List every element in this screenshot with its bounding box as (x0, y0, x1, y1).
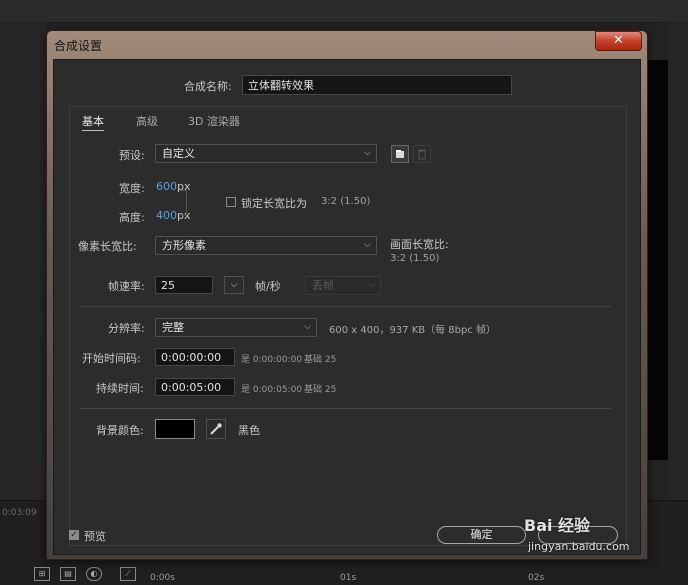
pixel-aspect-label: 像素长宽比: (78, 240, 137, 253)
preset-label: 预设: (119, 149, 145, 162)
ok-button[interactable]: 确定 (437, 526, 526, 544)
dialog-content: 合成名称: 立体翻转效果 基本 高级 3D 渲染器 预设: 自定义 ⌵ 宽度: … (53, 59, 641, 555)
close-button[interactable]: ✕ (595, 31, 642, 51)
composition-settings-dialog: 合成设置 ✕ 合成名称: 立体翻转效果 基本 高级 3D 渲染器 预设: 自定义… (46, 30, 648, 560)
delete-preset-button[interactable] (413, 145, 431, 163)
chevron-down-icon: ⌵ (368, 280, 375, 290)
comp-name-label: 合成名称: (184, 80, 232, 93)
height-label: 高度: (119, 211, 145, 224)
frame-aspect-label: 画面长宽比: (390, 238, 449, 251)
app-top-bar (0, 0, 688, 23)
frame-rate-label: 帧速率: (108, 280, 145, 293)
width-label: 宽度: (119, 182, 145, 195)
resolution-info: 600 x 400，937 KB（每 8bpc 帧） (329, 325, 497, 336)
timeline-tick: 01s (340, 573, 357, 583)
frame-rate-dropdown-button[interactable]: ⌵ (224, 276, 244, 294)
start-timecode-base: 基础 25 (304, 355, 337, 365)
save-preset-button[interactable] (391, 145, 409, 163)
duration-info: 是 0:00:05:00 (241, 385, 303, 395)
duration-label: 持续时间: (96, 382, 144, 395)
save-preset-icon (396, 150, 404, 158)
frame-rate-input[interactable]: 25 (155, 276, 213, 294)
frame-aspect-value: 3:2 (1.50) (390, 253, 440, 264)
resolution-label: 分辨率: (108, 322, 145, 335)
start-timecode-input[interactable]: 0:00:00:00 (155, 348, 235, 366)
frame-rate-unit: 帧/秒 (255, 280, 281, 293)
preset-value: 自定义 (162, 147, 195, 160)
right-panel (668, 22, 688, 500)
chevron-down-icon: ⌵ (304, 322, 311, 332)
timeline-motion-blur-icon[interactable]: ◐ (86, 567, 102, 581)
width-value[interactable]: 600 (156, 180, 177, 193)
drop-frame-dropdown[interactable]: 丢帧 ⌵ (305, 276, 381, 295)
pixel-aspect-dropdown[interactable]: 方形像素 ⌵ (155, 236, 377, 255)
preset-dropdown[interactable]: 自定义 ⌵ (155, 144, 377, 163)
eyedropper-icon (210, 423, 222, 435)
lock-aspect-checkbox[interactable] (226, 197, 236, 207)
dialog-title: 合成设置 (54, 39, 103, 53)
drop-frame-value: 丢帧 (312, 279, 334, 292)
background-color-swatch[interactable] (155, 419, 195, 439)
duration-input[interactable]: 0:00:05:00 (155, 378, 235, 396)
project-panel (0, 22, 46, 500)
duration-base: 基础 25 (304, 385, 337, 395)
chevron-down-icon: ⌵ (364, 240, 371, 250)
comp-name-input[interactable]: 立体翻转效果 (242, 75, 512, 95)
watermark-logo: Bai 经验 (524, 516, 591, 535)
tab-advanced[interactable]: 高级 (136, 113, 158, 129)
eyedropper-button[interactable] (206, 419, 226, 439)
start-timecode-info: 是 0:00:00:00 (241, 355, 303, 365)
timeline-tick: 02s (528, 573, 545, 583)
separator (79, 408, 611, 409)
trash-icon (418, 149, 426, 160)
chevron-down-icon: ⌵ (364, 148, 371, 158)
tab-basic[interactable]: 基本 (82, 113, 104, 131)
chevron-down-icon: ⌵ (230, 280, 238, 290)
lock-bracket (180, 190, 187, 216)
lock-aspect-ratio: 3:2 (1.50) (321, 196, 371, 207)
timeline-tool-icon[interactable]: ⊞ (34, 567, 50, 581)
timeline-graph-icon[interactable]: ⟋ (120, 567, 136, 581)
preview-checkbox[interactable]: ✓ (69, 530, 79, 540)
resolution-value: 完整 (162, 321, 184, 334)
pixel-aspect-value: 方形像素 (162, 239, 206, 252)
height-value[interactable]: 400 (156, 209, 177, 222)
start-timecode-label: 开始时间码: (82, 352, 141, 365)
background-color-label: 背景颜色: (96, 424, 144, 437)
timeline-tick: 0:00s (150, 573, 175, 583)
watermark-url: jingyan.baidu.com (528, 540, 630, 553)
timeline-timecode: 0:03:09 (2, 508, 37, 518)
preview-label: 预览 (84, 530, 106, 543)
separator (79, 306, 611, 307)
resolution-dropdown[interactable]: 完整 ⌵ (155, 318, 317, 337)
lock-aspect-label: 锁定长宽比为 (241, 197, 307, 210)
timeline-layers-icon[interactable]: ▤ (60, 567, 76, 581)
tab-3d-renderer[interactable]: 3D 渲染器 (188, 113, 240, 129)
background-color-name: 黑色 (238, 424, 260, 437)
